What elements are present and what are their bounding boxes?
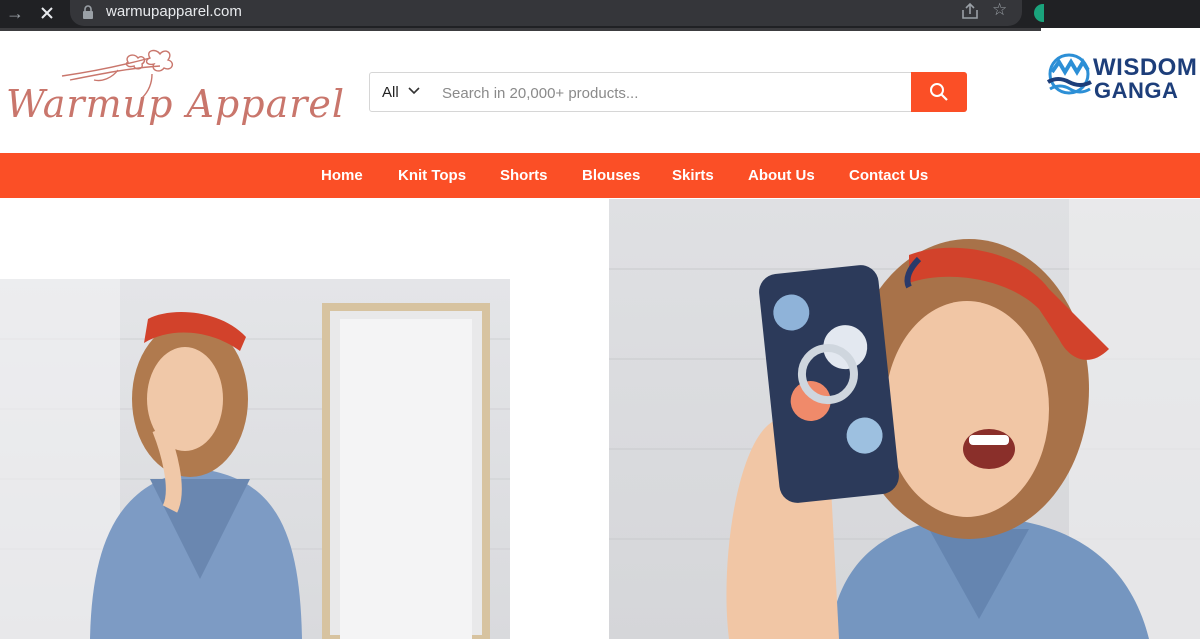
category-select[interactable]: All: [382, 73, 399, 111]
search-button[interactable]: [911, 72, 967, 112]
hero-image-left[interactable]: [0, 279, 510, 639]
bookmark-star-icon[interactable]: ☆: [992, 0, 1012, 20]
url-text[interactable]: warmupapparel.com: [106, 2, 242, 22]
watermark-logo: WISDOM GANGA: [1041, 28, 1200, 155]
extension-icon[interactable]: [1034, 4, 1044, 22]
address-bar[interactable]: warmupapparel.com ☆: [70, 0, 1022, 26]
watermark-line2: GANGA: [1094, 78, 1179, 103]
nav-item-home[interactable]: Home: [321, 153, 363, 198]
site-logo[interactable]: Warmup Apparel: [6, 82, 345, 126]
browser-toolbar: → warmupapparel.com ☆: [0, 0, 1200, 31]
search-icon: [930, 83, 948, 101]
nav-item-shorts[interactable]: Shorts: [500, 153, 548, 198]
stop-icon[interactable]: [34, 0, 60, 26]
wave-logo-icon: [1047, 53, 1092, 95]
share-icon[interactable]: [960, 2, 980, 20]
nav-item-knit-tops[interactable]: Knit Tops: [398, 153, 466, 198]
search-bar: All: [369, 72, 967, 112]
nav-item-contact-us[interactable]: Contact Us: [849, 153, 928, 198]
lock-icon: [83, 5, 93, 19]
search-input[interactable]: [440, 74, 914, 112]
category-label: All: [382, 83, 399, 101]
main-nav: Home Knit Tops Shorts Blouses Skirts Abo…: [0, 153, 1200, 198]
nav-item-skirts[interactable]: Skirts: [672, 153, 714, 198]
chevron-down-icon[interactable]: [408, 86, 420, 96]
nav-item-blouses[interactable]: Blouses: [582, 153, 640, 198]
back-arrow-icon[interactable]: →: [2, 0, 28, 26]
hero-image-right[interactable]: [609, 199, 1200, 639]
nav-item-about-us[interactable]: About Us: [748, 153, 815, 198]
